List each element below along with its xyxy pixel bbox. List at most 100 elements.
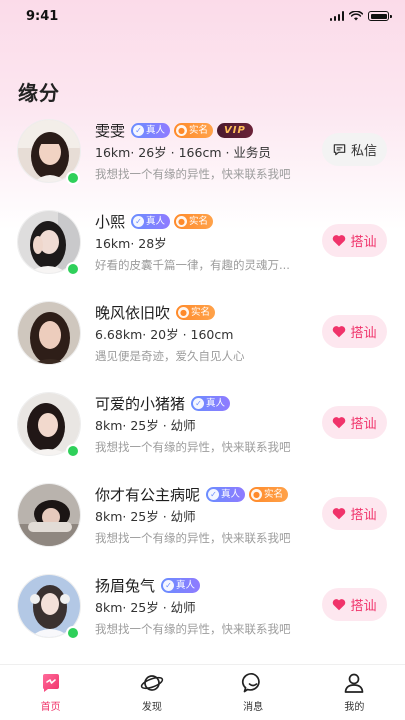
verified-check-icon: ✓ <box>193 397 205 409</box>
verified-check-icon: ✓ <box>163 579 175 591</box>
user-meta: 16km· 26岁 · 166cm · 业务员 <box>95 145 271 160</box>
name-line: 晚风依旧吹 ● 实名 <box>95 300 320 324</box>
flirt-button[interactable]: 搭讪 <box>322 315 387 348</box>
name-line: 小熙 ✓ 真人 ● 实名 <box>95 209 320 233</box>
avatar[interactable] <box>17 119 81 185</box>
status-time: 9:41 <box>26 9 59 24</box>
online-indicator <box>66 626 80 640</box>
tab-messages[interactable]: 消息 <box>203 665 304 720</box>
battery-icon <box>368 11 392 21</box>
list-item[interactable]: 可爱的小猪猪 ✓ 真人 8km· 25岁 · 幼师我想找一个有缘的异性，快来联系我吧 搭… <box>0 387 405 478</box>
action-label: 搭讪 <box>350 599 377 614</box>
heart-icon <box>333 326 346 338</box>
user-name: 晚风依旧吹 <box>95 303 171 322</box>
action-label: 搭讪 <box>350 326 377 341</box>
avatar[interactable] <box>17 301 81 365</box>
bottom-tab-bar: 首页 发现 消息 我的 <box>0 664 405 720</box>
tab-profile[interactable]: 我的 <box>304 665 405 720</box>
name-line: 雯雯 ✓ 真人 ● 实名 VIP <box>95 118 320 142</box>
heart-icon <box>333 508 346 520</box>
user-bio: 我想找一个有缘的异性，快来联系我吧 <box>95 531 291 545</box>
badge-label: 实名 <box>189 215 209 227</box>
user-name: 扬眉兔气 <box>95 576 156 595</box>
real-name-badge: ● 实名 <box>176 304 216 320</box>
action-label: 搭讪 <box>350 235 377 250</box>
badge-label: 真人 <box>176 579 196 591</box>
real-person-badge: ✓ 真人 <box>191 395 231 411</box>
real-person-badge: ✓ 真人 <box>161 577 201 593</box>
list-item[interactable]: 你才有公主病呢 ✓ 真人 ● 实名 8km· 25岁 · 幼师 我想找一个有缘的异性，快来联… <box>0 478 405 569</box>
badge-label: 真人 <box>146 215 166 227</box>
user-name: 你才有公主病呢 <box>95 485 201 504</box>
badge-label: 实名 <box>191 306 211 318</box>
planet-icon <box>140 671 164 695</box>
avatar[interactable] <box>17 483 81 547</box>
list-item[interactable]: 扬眉兔气 ✓ 真人 8km· 25岁 · 幼师我想找一个有缘的异性，快来联系我吧 搭讪 <box>0 569 405 660</box>
user-info: 晚风依旧吹 ● 实名 6.68km· 20岁 · 160cm 遇见便是奇迹，爱久自见人心 <box>95 300 320 366</box>
user-list: 雯雯 ✓ 真人 ● 实名 VIP 16km· 26岁 · 166cm · 业务员 我想找一个有… <box>0 114 405 660</box>
name-line: 你才有公主病呢 ✓ 真人 ● 实名 <box>95 482 320 506</box>
avatar[interactable] <box>17 210 81 276</box>
online-indicator <box>66 171 80 185</box>
online-indicator <box>66 444 80 458</box>
user-bio: 我想找一个有缘的异性，快来联系我吧 <box>95 622 291 636</box>
list-item[interactable]: 晚风依旧吹 ● 实名 6.68km· 20岁 · 160cm 遇见便是奇迹，爱久自见人心… <box>0 296 405 387</box>
avatar-image <box>17 483 81 547</box>
tab-label: 发现 <box>141 702 162 713</box>
avatar[interactable] <box>17 574 81 640</box>
person-icon: ● <box>176 124 188 136</box>
real-name-badge: ● 实名 <box>249 486 289 502</box>
signal-icon <box>329 11 344 21</box>
person-icon: ● <box>176 215 188 227</box>
badge-label: 真人 <box>221 488 241 500</box>
user-name: 雯雯 <box>95 121 126 140</box>
profile-icon <box>342 671 366 695</box>
heart-icon <box>333 417 346 429</box>
user-meta: 8km· 25岁 · 幼师 <box>95 600 196 615</box>
user-bio: 遇见便是奇迹，爱久自见人心 <box>95 349 245 363</box>
flirt-button[interactable]: 搭讪 <box>322 224 387 257</box>
user-meta: 8km· 25岁 · 幼师 <box>95 418 196 433</box>
user-name: 可爱的小猪猪 <box>95 394 186 413</box>
flirt-button[interactable]: 搭讪 <box>322 588 387 621</box>
user-name: 小熙 <box>95 212 126 231</box>
user-bio: 我想找一个有缘的异性，快来联系我吧 <box>95 440 291 454</box>
flirt-button[interactable]: 搭讪 <box>322 497 387 530</box>
heart-icon <box>333 235 346 247</box>
action-label: 私信 <box>350 144 377 159</box>
vip-badge: VIP <box>217 122 253 138</box>
online-indicator <box>66 262 80 276</box>
user-info: 小熙 ✓ 真人 ● 实名 16km· 28岁 好看的皮囊千篇一律，有趣的灵魂万... <box>95 209 320 275</box>
verified-check-icon: ✓ <box>133 124 145 136</box>
tab-discover[interactable]: 发现 <box>101 665 202 720</box>
real-person-badge: ✓ 真人 <box>131 122 171 138</box>
action-label: 搭讪 <box>350 508 377 523</box>
status-icons <box>329 11 392 21</box>
avatar[interactable] <box>17 392 81 458</box>
list-item[interactable]: 雯雯 ✓ 真人 ● 实名 VIP 16km· 26岁 · 166cm · 业务员 我想找一个有… <box>0 114 405 205</box>
page-title: 缘分 <box>18 81 60 105</box>
chat-icon <box>333 144 346 156</box>
user-meta: 16km· 28岁 <box>95 236 167 251</box>
wifi-icon <box>349 11 363 21</box>
user-info: 雯雯 ✓ 真人 ● 实名 VIP 16km· 26岁 · 166cm · 业务员 我想找一个有… <box>95 118 320 184</box>
real-person-badge: ✓ 真人 <box>131 213 171 229</box>
tab-label: 我的 <box>344 702 365 713</box>
badge-label: 真人 <box>206 397 226 409</box>
real-person-badge: ✓ 真人 <box>206 486 246 502</box>
message-button[interactable]: 私信 <box>322 133 387 166</box>
user-meta: 6.68km· 20岁 · 160cm <box>95 327 234 342</box>
badge-label: 实名 <box>189 124 209 136</box>
user-meta: 8km· 25岁 · 幼师 <box>95 509 196 524</box>
flirt-button[interactable]: 搭讪 <box>322 406 387 439</box>
tab-label: 消息 <box>243 702 264 713</box>
verified-check-icon: ✓ <box>208 488 220 500</box>
name-line: 扬眉兔气 ✓ 真人 <box>95 573 320 597</box>
heart-icon <box>333 599 346 611</box>
verified-check-icon: ✓ <box>133 215 145 227</box>
user-info: 扬眉兔气 ✓ 真人 8km· 25岁 · 幼师我想找一个有缘的异性，快来联系我吧 <box>95 573 320 639</box>
tab-label: 首页 <box>40 702 61 713</box>
tab-home[interactable]: 首页 <box>0 665 101 720</box>
list-item[interactable]: 小熙 ✓ 真人 ● 实名 16km· 28岁 好看的皮囊千篇一律，有趣的灵魂万... 搭讪 <box>0 205 405 296</box>
home-heart-icon <box>39 671 63 695</box>
